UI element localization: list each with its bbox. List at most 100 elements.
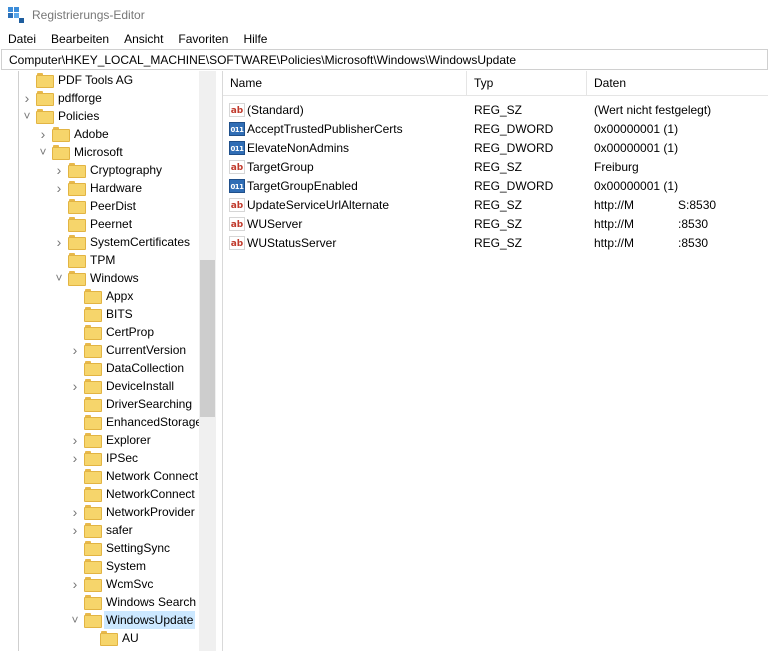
tree-item-label: SettingSync — [106, 541, 171, 555]
value-row[interactable]: ab WUServer REG_SZ http://M:8530 — [223, 214, 768, 233]
column-header-type[interactable]: Typ — [467, 71, 587, 96]
tree-item[interactable]: PeerDist — [54, 197, 138, 215]
chevron-right-icon[interactable]: › — [70, 449, 80, 467]
folder-icon — [84, 523, 102, 538]
value-list[interactable]: Name Typ Daten ab (Standard) REG_SZ (Wert n… — [222, 71, 768, 651]
folder-icon — [36, 91, 54, 106]
menu-favorites[interactable]: Favoriten — [170, 32, 235, 46]
tree-item[interactable]: PDF Tools AG — [22, 71, 135, 89]
value-row[interactable]: 011 ElevateNonAdmins REG_DWORD 0x00000001 (… — [223, 138, 768, 157]
chevron-right-icon[interactable]: › — [70, 341, 80, 359]
folder-icon — [84, 469, 102, 484]
tree-item[interactable]: BITS — [70, 305, 135, 323]
value-data: 0x00000001 (1) — [594, 121, 679, 136]
chevron-right-icon[interactable]: › — [38, 125, 48, 143]
tree-item[interactable]: NetworkConnect — [70, 485, 197, 503]
tree-item-label: Network Connect — [106, 469, 199, 483]
tree-item[interactable]: Windows Search — [70, 593, 198, 611]
tree-scrollbar-thumb[interactable] — [200, 260, 215, 417]
chevron-right-icon[interactable]: › — [70, 377, 80, 395]
value-row[interactable]: ab (Standard) REG_SZ (Wert nicht festgelegt… — [223, 100, 768, 119]
chevron-right-icon[interactable]: › — [54, 179, 64, 197]
tree-item-label: Cryptography — [90, 163, 163, 177]
tree-item[interactable]: › Hardware — [54, 179, 144, 197]
value-row[interactable]: 011 TargetGroupEnabled REG_DWORD 0x00000001… — [223, 176, 768, 195]
chevron-down-icon[interactable]: ˅ — [54, 269, 64, 287]
tree-item[interactable]: › DeviceInstall — [70, 377, 176, 395]
tree-item[interactable]: › Adobe — [38, 125, 111, 143]
chevron-down-icon[interactable]: ˅ — [38, 143, 48, 161]
chevron-down-icon[interactable]: ˅ — [70, 611, 80, 629]
tree-item[interactable]: › Cryptography — [54, 161, 164, 179]
value-type: REG_SZ — [474, 235, 523, 250]
tree-item-label: Microsoft — [74, 145, 123, 159]
tree-item[interactable]: Appx — [70, 287, 135, 305]
tree-item-label: WindowsUpdate — [104, 611, 196, 629]
tree-item[interactable]: › SystemCertificates — [54, 233, 192, 251]
chevron-right-icon[interactable]: › — [54, 233, 64, 251]
value-row[interactable]: ab TargetGroup REG_SZ Freiburg — [223, 157, 768, 176]
tree-item[interactable]: › safer — [70, 521, 135, 539]
folder-icon — [84, 451, 102, 466]
tree-item[interactable]: ˅ Windows — [54, 269, 141, 287]
tree-item[interactable]: TPM — [54, 251, 117, 269]
tree-item[interactable]: DriverSearching — [70, 395, 194, 413]
tree-item[interactable]: › IPSec — [70, 449, 140, 467]
tree-item[interactable]: ˅ Microsoft — [38, 143, 125, 161]
folder-icon — [84, 361, 102, 376]
tree-item[interactable]: ˅ WindowsUpdate — [70, 611, 196, 629]
key-tree[interactable]: PDF Tools AG › pdfforge ˅ Policies › Adobe ˅ Mic… — [0, 71, 216, 651]
tree-item[interactable]: ˅ Policies — [22, 107, 101, 125]
tree-item[interactable]: CertProp — [70, 323, 156, 341]
chevron-right-icon[interactable]: › — [70, 431, 80, 449]
address-bar[interactable]: Computer\HKEY_LOCAL_MACHINE\SOFTWARE\Pol… — [1, 49, 768, 70]
tree-item[interactable]: System — [70, 557, 148, 575]
folder-icon — [84, 541, 102, 556]
tree-item-label: PDF Tools AG — [58, 73, 134, 87]
chevron-right-icon[interactable]: › — [70, 575, 80, 593]
tree-scrollbar[interactable] — [199, 71, 216, 651]
tree-item-label: SystemCertificates — [90, 235, 191, 249]
column-header-data[interactable]: Daten — [587, 71, 768, 96]
value-name-cell: ab WUStatusServer — [223, 235, 467, 250]
tree-item-label: EnhancedStorage — [106, 415, 203, 429]
chevron-down-icon[interactable]: ˅ — [22, 107, 32, 125]
tree-item[interactable]: EnhancedStorage — [70, 413, 204, 431]
value-name-cell: 011 AcceptTrustedPublisherCerts — [223, 121, 467, 136]
menu-help[interactable]: Hilfe — [235, 32, 274, 46]
tree-item[interactable]: SettingSync — [70, 539, 172, 557]
value-data-cell: http://M S:8530 — [587, 198, 768, 212]
chevron-right-icon[interactable]: › — [70, 521, 80, 539]
menu-view[interactable]: Ansicht — [116, 32, 170, 46]
tree-item[interactable]: › CurrentVersion — [70, 341, 188, 359]
folder-icon — [100, 631, 118, 646]
menu-edit[interactable]: Bearbeiten — [43, 32, 116, 46]
value-type: REG_DWORD — [474, 121, 554, 136]
value-row[interactable]: 011 AcceptTrustedPublisherCerts REG_DWORD 0… — [223, 119, 768, 138]
tree-item[interactable]: › WcmSvc — [70, 575, 155, 593]
menu-file[interactable]: Datei — [0, 32, 43, 46]
value-row[interactable]: ab UpdateServiceUrlAlternate REG_SZ http://… — [223, 195, 768, 214]
value-data-tail: :8530 — [678, 235, 709, 250]
chevron-right-icon[interactable]: › — [22, 89, 32, 107]
redacted-region — [634, 237, 679, 250]
redacted-region — [634, 218, 679, 231]
tree-item[interactable]: › NetworkProvider — [70, 503, 197, 521]
column-header-name[interactable]: Name — [223, 71, 467, 96]
tree-item[interactable]: › pdfforge — [22, 89, 104, 107]
tree-item[interactable]: Network Connect — [70, 467, 200, 485]
tree-item[interactable]: Peernet — [54, 215, 134, 233]
tree-item[interactable]: › Explorer — [70, 431, 153, 449]
tree-item[interactable]: DataCollection — [70, 359, 186, 377]
value-row[interactable]: ab WUStatusServer REG_SZ http://M:8530 — [223, 233, 768, 252]
chevron-right-icon[interactable]: › — [54, 161, 64, 179]
tree-item[interactable]: AU — [86, 629, 141, 647]
value-name: TargetGroupEnabled — [247, 178, 358, 193]
chevron-right-icon[interactable]: › — [70, 503, 80, 521]
